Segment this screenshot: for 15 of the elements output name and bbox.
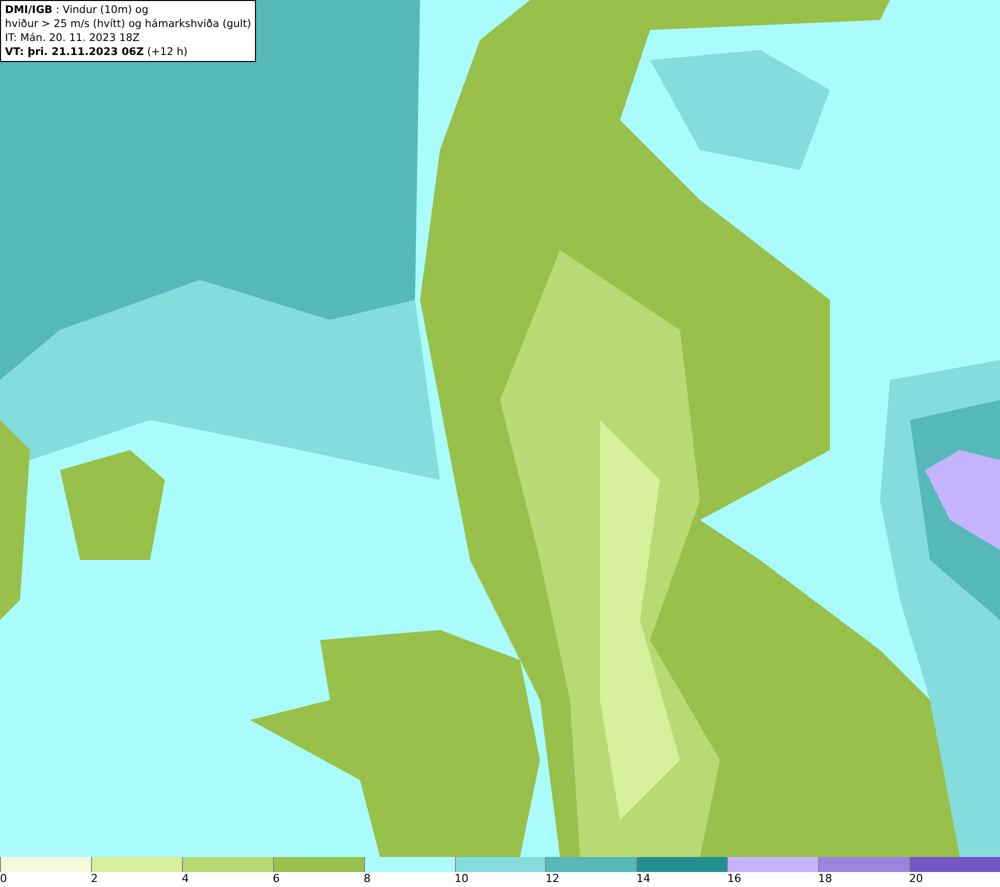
title-line: VT: þri. 21.11.2023 06Z (+12 h) — [5, 45, 188, 59]
legend-label: 18 — [818, 872, 832, 886]
legend-label: 2 — [90, 872, 98, 886]
legend-label: 8 — [364, 872, 371, 886]
legend-label: 0 — [0, 872, 7, 886]
title-line: IT: Mán. 20. 11. 2023 18Z — [5, 31, 141, 45]
legend-label: 20 — [909, 872, 924, 886]
legend-label: 10 — [454, 872, 469, 886]
legend-label: 4 — [182, 872, 189, 886]
legend-label: 14 — [636, 872, 650, 886]
title-line: DMI/IGB : Vindur (10m) og — [5, 3, 150, 17]
title-line: hviður > 25 m/s (hvítt) og hámarkshviða (gult) — [5, 17, 252, 31]
legend-label: 16 — [727, 872, 742, 886]
legend-label: 12 — [545, 872, 560, 886]
legend-label: 6 — [272, 872, 280, 886]
